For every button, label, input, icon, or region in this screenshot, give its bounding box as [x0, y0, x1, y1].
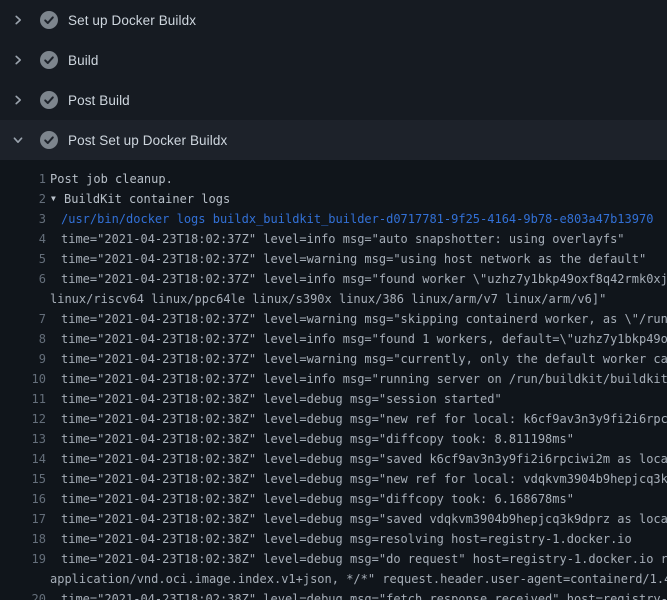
log-line-number[interactable]: 3: [0, 209, 46, 229]
step-header-post-setup-docker-buildx[interactable]: Post Set up Docker Buildx: [0, 120, 667, 160]
log-line: 18 ▼ time="2021-04-23T18:02:38Z" level=d…: [0, 529, 667, 549]
check-circle-icon: [40, 51, 58, 69]
log-line-number[interactable]: 10: [0, 369, 46, 389]
log-line-text: time="2021-04-23T18:02:38Z" level=debug …: [61, 409, 667, 429]
chevron-right-icon[interactable]: [12, 54, 24, 66]
log-line: 3 ▼ /usr/bin/docker logs buildx_buildkit…: [0, 209, 667, 229]
log-line: 20 ▼ time="2021-04-23T18:02:38Z" level=d…: [0, 589, 667, 600]
log-line-number[interactable]: 19: [0, 549, 46, 569]
log-line-text: time="2021-04-23T18:02:37Z" level=info m…: [61, 369, 667, 389]
log-line-text: time="2021-04-23T18:02:37Z" level=info m…: [61, 329, 667, 349]
log-line: 1 ▼ Post job cleanup.: [0, 169, 667, 189]
step-header-setup-docker-buildx[interactable]: Set up Docker Buildx: [0, 0, 667, 40]
chevron-down-icon[interactable]: [12, 134, 24, 146]
log-line: 15 ▼ time="2021-04-23T18:02:38Z" level=d…: [0, 469, 667, 489]
log-line-text: time="2021-04-23T18:02:37Z" level=info m…: [61, 269, 667, 289]
log-line-number[interactable]: 8: [0, 329, 46, 349]
log-line: 5 ▼ time="2021-04-23T18:02:37Z" level=wa…: [0, 249, 667, 269]
log-line-text: time="2021-04-23T18:02:38Z" level=debug …: [61, 469, 667, 489]
log-line-text: time="2021-04-23T18:02:38Z" level=debug …: [61, 549, 667, 569]
log-line: 4 ▼ time="2021-04-23T18:02:37Z" level=in…: [0, 229, 667, 249]
step-header-build[interactable]: Build: [0, 40, 667, 80]
log-line-text: time="2021-04-23T18:02:38Z" level=debug …: [61, 429, 574, 449]
log-line-number[interactable]: 12: [0, 409, 46, 429]
check-circle-icon: [40, 11, 58, 29]
log-line: 7 ▼ time="2021-04-23T18:02:37Z" level=wa…: [0, 309, 667, 329]
log-line: 16 ▼ time="2021-04-23T18:02:38Z" level=d…: [0, 489, 667, 509]
log-line-number[interactable]: [0, 569, 46, 589]
job-steps-list: Set up Docker Buildx Build Post Build Po…: [0, 0, 667, 160]
log-line-text: BuildKit container logs: [64, 189, 230, 209]
log-line-number[interactable]: 4: [0, 229, 46, 249]
log-line-number[interactable]: 5: [0, 249, 46, 269]
log-line-number[interactable]: 6: [0, 269, 46, 289]
log-line-text: time="2021-04-23T18:02:38Z" level=debug …: [61, 529, 632, 549]
log-line: 13 ▼ time="2021-04-23T18:02:38Z" level=d…: [0, 429, 667, 449]
log-line: ▼ application/vnd.oci.image.index.v1+jso…: [0, 569, 667, 589]
log-line-text: time="2021-04-23T18:02:38Z" level=debug …: [61, 449, 667, 469]
log-line-number[interactable]: 1: [0, 169, 46, 189]
log-line-text: time="2021-04-23T18:02:38Z" level=debug …: [61, 589, 667, 600]
log-line-text: Post job cleanup.: [50, 169, 173, 189]
log-line-number[interactable]: 16: [0, 489, 46, 509]
log-line-text: time="2021-04-23T18:02:37Z" level=info m…: [61, 229, 625, 249]
log-line: 8 ▼ time="2021-04-23T18:02:37Z" level=in…: [0, 329, 667, 349]
log-line-number[interactable]: 14: [0, 449, 46, 469]
step-log-output[interactable]: 1 ▼ Post job cleanup. 2 ▼ BuildKit conta…: [0, 160, 667, 600]
log-line-number[interactable]: 11: [0, 389, 46, 409]
log-line-number[interactable]: 7: [0, 309, 46, 329]
log-line-text: linux/riscv64 linux/ppc64le linux/s390x …: [50, 289, 606, 309]
log-line-text: time="2021-04-23T18:02:37Z" level=warnin…: [61, 349, 667, 369]
log-line[interactable]: 2 ▼ BuildKit container logs: [0, 189, 667, 209]
log-line: 12 ▼ time="2021-04-23T18:02:38Z" level=d…: [0, 409, 667, 429]
log-line-number[interactable]: 17: [0, 509, 46, 529]
log-line: 17 ▼ time="2021-04-23T18:02:38Z" level=d…: [0, 509, 667, 529]
log-line: 19 ▼ time="2021-04-23T18:02:38Z" level=d…: [0, 549, 667, 569]
step-label: Post Build: [68, 93, 130, 108]
log-line: 9 ▼ time="2021-04-23T18:02:37Z" level=wa…: [0, 349, 667, 369]
step-label: Set up Docker Buildx: [68, 13, 196, 28]
log-line: 11 ▼ time="2021-04-23T18:02:38Z" level=d…: [0, 389, 667, 409]
log-line-text: time="2021-04-23T18:02:37Z" level=warnin…: [61, 249, 646, 269]
log-line-number[interactable]: 15: [0, 469, 46, 489]
log-line-text: time="2021-04-23T18:02:38Z" level=debug …: [61, 389, 502, 409]
log-line: 14 ▼ time="2021-04-23T18:02:38Z" level=d…: [0, 449, 667, 469]
log-line: 6 ▼ time="2021-04-23T18:02:37Z" level=in…: [0, 269, 667, 289]
log-line-number[interactable]: 20: [0, 589, 46, 600]
log-line-number[interactable]: 18: [0, 529, 46, 549]
step-label: Post Set up Docker Buildx: [68, 133, 227, 148]
log-line-text: /usr/bin/docker logs buildx_buildkit_bui…: [61, 209, 653, 229]
log-line: ▼ linux/riscv64 linux/ppc64le linux/s390…: [0, 289, 667, 309]
step-label: Build: [68, 53, 99, 68]
log-line: 10 ▼ time="2021-04-23T18:02:37Z" level=i…: [0, 369, 667, 389]
check-circle-icon: [40, 131, 58, 149]
chevron-right-icon[interactable]: [12, 14, 24, 26]
log-line-number[interactable]: [0, 289, 46, 309]
log-line-text: time="2021-04-23T18:02:37Z" level=warnin…: [61, 309, 667, 329]
log-line-number[interactable]: 9: [0, 349, 46, 369]
log-line-text: time="2021-04-23T18:02:38Z" level=debug …: [61, 489, 574, 509]
check-circle-icon: [40, 91, 58, 109]
group-triangle-icon[interactable]: ▼: [51, 189, 64, 209]
log-line-text: application/vnd.oci.image.index.v1+json,…: [50, 569, 667, 589]
chevron-right-icon[interactable]: [12, 94, 24, 106]
log-line-text: time="2021-04-23T18:02:38Z" level=debug …: [61, 509, 667, 529]
log-line-number[interactable]: 13: [0, 429, 46, 449]
step-header-post-build[interactable]: Post Build: [0, 80, 667, 120]
log-line-number[interactable]: 2: [0, 189, 46, 209]
